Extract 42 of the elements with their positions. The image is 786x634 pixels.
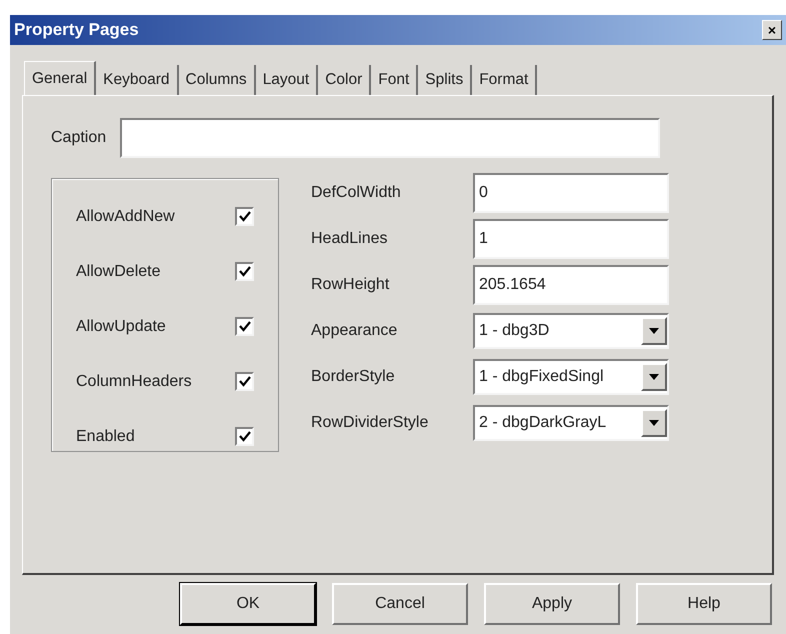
input-field[interactable]: 0 — [473, 173, 669, 213]
checkbox[interactable] — [235, 317, 254, 336]
checkbox-label: AllowAddNew — [76, 206, 175, 226]
dialog-button[interactable]: Cancel — [332, 583, 468, 625]
property-label: RowHeight — [311, 275, 390, 295]
checkbox[interactable] — [235, 262, 254, 281]
check-icon — [238, 210, 250, 222]
caret-icon — [649, 420, 659, 426]
dropdown-button[interactable] — [641, 409, 667, 437]
dropdown-button[interactable] — [641, 363, 667, 391]
dialog-button[interactable]: Apply — [484, 583, 620, 625]
dialog-button[interactable]: Help — [636, 583, 772, 625]
checkbox-label: Enabled — [76, 426, 135, 446]
dropdown[interactable]: 1 - dbg3D — [473, 313, 669, 349]
caret-icon — [649, 328, 659, 334]
input-field[interactable]: 205.1654 — [473, 265, 669, 305]
checkbox[interactable] — [235, 372, 254, 391]
dropdown-button[interactable] — [641, 317, 667, 345]
property-label: RowDividerStyle — [311, 413, 430, 433]
dropdown[interactable]: 2 - dbgDarkGrayL — [473, 405, 669, 441]
checkbox[interactable] — [235, 207, 254, 226]
check-icon — [238, 430, 250, 442]
property-label: HeadLines — [311, 229, 388, 249]
close-button[interactable]: × — [762, 20, 782, 40]
property-label: DefColWidth — [311, 183, 402, 203]
checkbox[interactable] — [235, 427, 254, 446]
input-field[interactable]: 1 — [473, 219, 669, 259]
dialog-button[interactable]: OK — [180, 583, 316, 625]
caption-field[interactable] — [120, 118, 660, 158]
check-icon — [238, 376, 250, 388]
check-icon — [238, 266, 250, 278]
property-label: Appearance — [311, 321, 398, 341]
checkbox-label: ColumnHeaders — [76, 372, 192, 392]
caret-icon — [649, 374, 659, 380]
caption-label: Caption — [51, 128, 106, 148]
window-title: Property Pages — [14, 19, 139, 42]
dropdown[interactable]: 1 - dbgFixedSingl — [473, 359, 669, 395]
checkbox-label: AllowDelete — [76, 262, 160, 282]
checkbox-label: AllowUpdate — [76, 316, 166, 336]
property-label: BorderStyle — [311, 367, 396, 387]
tab[interactable]: General — [24, 61, 96, 95]
check-icon — [238, 320, 250, 332]
